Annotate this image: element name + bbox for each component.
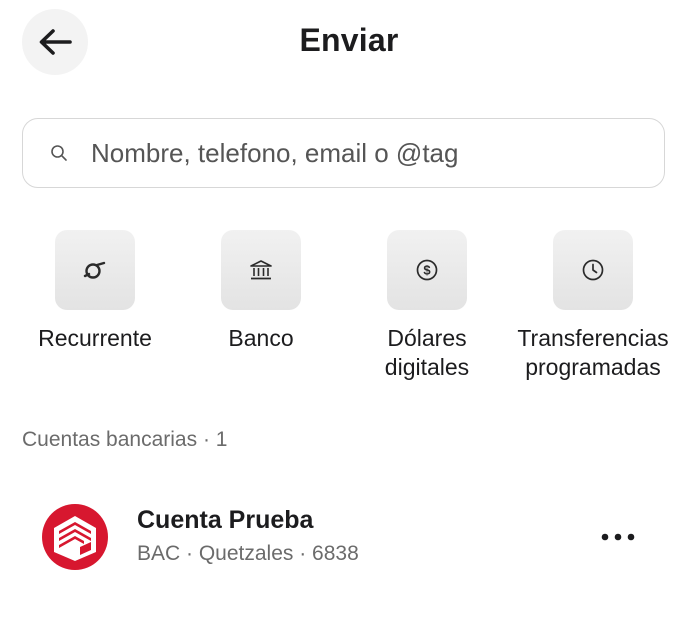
svg-text:$: $ bbox=[423, 263, 431, 278]
search-input[interactable]: Nombre, telefono, email o @tag bbox=[22, 118, 665, 188]
account-details: BAC · Quetzales · 6838 bbox=[137, 542, 359, 565]
dollar-coin-icon: $ bbox=[416, 259, 438, 281]
account-name: Cuenta Prueba bbox=[137, 506, 314, 534]
action-recurrente[interactable]: Recurrente bbox=[10, 230, 180, 353]
send-screen: Enviar Nombre, telefono, email o @tag Re… bbox=[0, 0, 698, 624]
search-placeholder: Nombre, telefono, email o @tag bbox=[91, 137, 459, 168]
bac-logo bbox=[42, 504, 108, 570]
action-tile[interactable] bbox=[553, 230, 633, 310]
search-icon bbox=[49, 143, 69, 163]
more-horizontal-icon bbox=[601, 533, 635, 541]
action-tile[interactable]: $ bbox=[387, 230, 467, 310]
action-tile[interactable] bbox=[221, 230, 301, 310]
recurring-icon bbox=[83, 261, 106, 279]
action-banco[interactable]: Banco bbox=[176, 230, 346, 353]
account-row[interactable]: Cuenta Prueba BAC · Quetzales · 6838 bbox=[0, 494, 698, 584]
action-label: Dólares digitales bbox=[384, 325, 470, 380]
section-title: Cuentas bancarias · 1 bbox=[22, 428, 228, 451]
bank-icon bbox=[250, 260, 272, 280]
page-title: Enviar bbox=[299, 22, 399, 58]
action-label: Transferencias programadas bbox=[517, 325, 669, 380]
action-tile[interactable] bbox=[55, 230, 135, 310]
more-options-button[interactable] bbox=[596, 522, 640, 552]
action-transferencias-programadas[interactable]: Transferencias programadas bbox=[508, 230, 678, 382]
quick-actions: Recurrente Banco $ Dólares digitales Tra… bbox=[0, 230, 698, 390]
action-label: Banco bbox=[228, 325, 294, 351]
clock-icon bbox=[582, 259, 604, 281]
action-label: Recurrente bbox=[38, 325, 152, 351]
action-dolares-digitales[interactable]: $ Dólares digitales bbox=[342, 230, 512, 382]
